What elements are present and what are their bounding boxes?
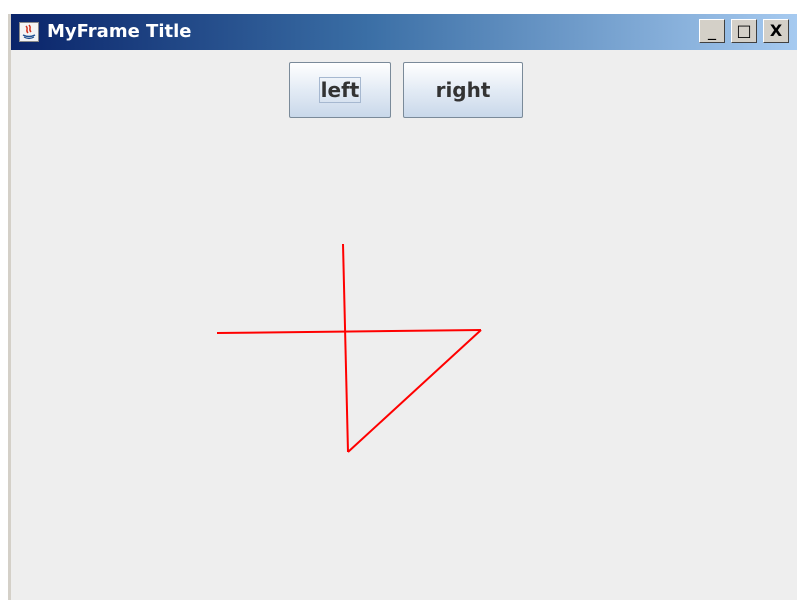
maximize-button[interactable]: □ [731,19,757,43]
java-app-icon[interactable] [19,22,39,42]
drawing-canvas [216,243,482,453]
vertical-line [342,243,349,453]
horizontal-line [216,329,482,334]
minimize-button[interactable]: _ [699,19,725,43]
title-bar[interactable]: MyFrame Title _ □ X [11,14,797,50]
close-button[interactable]: X [763,19,789,43]
application-window: MyFrame Title _ □ X left right [8,14,797,600]
window-title: MyFrame Title [47,21,192,42]
diagonal-line [347,329,482,453]
